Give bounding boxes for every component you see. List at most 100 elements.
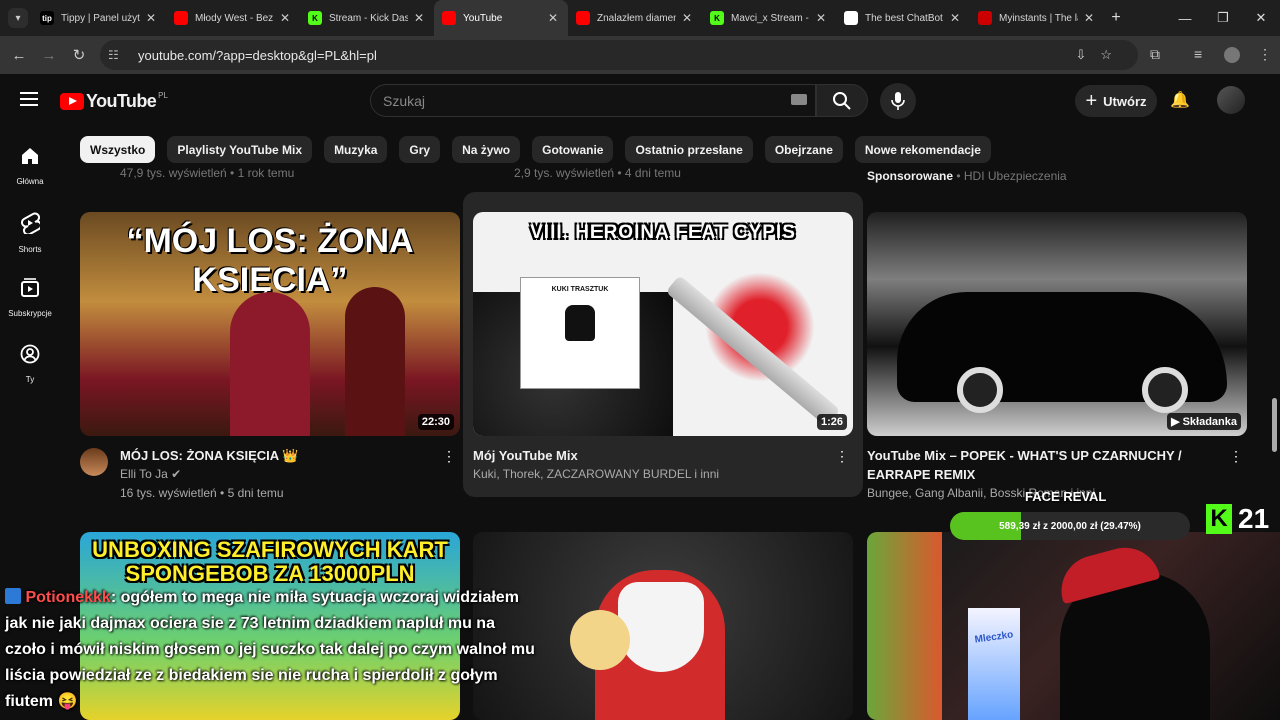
filter-chip[interactable]: Wszystko: [80, 136, 156, 163]
create-button[interactable]: + Utwórz: [1075, 85, 1157, 117]
sidebar-item-label: Shorts: [18, 245, 42, 254]
close-tab-icon[interactable]: ✕: [1082, 11, 1096, 25]
video-card[interactable]: “MÓJ LOS: ŻONA KSIĘCIA” 22:30 MÓJ LOS: Ż…: [80, 212, 460, 500]
filter-chip[interactable]: Na żywo: [452, 136, 521, 163]
filter-chip[interactable]: Gotowanie: [532, 136, 614, 163]
shorts-icon: [20, 212, 42, 239]
search-button[interactable]: [816, 84, 868, 117]
filter-chip[interactable]: Ostatnio przesłane: [625, 136, 753, 163]
filter-chip[interactable]: Gry: [399, 136, 441, 163]
browser-tab[interactable]: tip Tippy | Panel użytkownika ✕: [32, 0, 166, 36]
account-avatar[interactable]: [1217, 86, 1245, 114]
video-title[interactable]: Mój YouTube Mix: [473, 446, 823, 465]
mix-card[interactable]: VIII. HEROINA FEAT CYPIS KUKI TRASZTUK 1…: [473, 212, 853, 481]
sidebar-item[interactable]: Główna: [0, 140, 60, 206]
create-label: Utwórz: [1103, 93, 1147, 109]
close-tab-icon[interactable]: ✕: [814, 11, 828, 25]
youtube-header: YouTube PL Szukaj + Utwórz 🔔: [0, 74, 1280, 130]
video-title[interactable]: MÓJ LOS: ŻONA KSIĘCIA 👑: [120, 446, 440, 465]
filter-chip[interactable]: Muzyka: [324, 136, 388, 163]
tab-title: Znalazłem diamenty: [597, 12, 676, 24]
extensions-icon[interactable]: ⧉: [1150, 46, 1160, 63]
video-thumbnail[interactable]: “MÓJ LOS: ŻONA KSIĘCIA” 22:30: [80, 212, 460, 436]
keyboard-icon[interactable]: [791, 94, 807, 105]
browser-tab[interactable]: K Mavci_x Stream - Watch ✕: [702, 0, 836, 36]
close-tab-icon[interactable]: ✕: [144, 11, 158, 25]
mix-artists: Kuki, Thorek, ZACZAROWANY BURDEL i inni: [473, 467, 720, 481]
trash-bag-icon: [565, 305, 595, 341]
milk-package: Mleczko: [968, 608, 1020, 720]
tab-favicon-icon: K: [710, 11, 724, 25]
kick-logo-icon: K: [1206, 504, 1232, 534]
browser-menu-icon[interactable]: ⋮: [1258, 46, 1272, 63]
browser-toolbar: ← → ↻ ☷ youtube.com/?app=desktop&gl=PL&h…: [0, 36, 1280, 74]
sidebar-item[interactable]: Subskrypcje: [0, 272, 60, 338]
profile-icon[interactable]: [1224, 47, 1240, 63]
compilation-badge: ▶ Składanka: [1167, 413, 1241, 430]
filter-chip[interactable]: Playlisty YouTube Mix: [167, 136, 313, 163]
page-scrollbar[interactable]: [1270, 130, 1278, 720]
notifications-bell-icon[interactable]: 🔔: [1170, 90, 1190, 110]
package-text: Mleczko: [973, 629, 1015, 646]
kick-chat-icon: [5, 588, 21, 604]
more-actions-icon[interactable]: ⋮: [442, 448, 456, 465]
browser-tab[interactable]: YouTube ✕: [434, 0, 568, 36]
close-tab-icon[interactable]: ✕: [546, 11, 560, 25]
new-tab-button[interactable]: +: [1104, 9, 1128, 27]
media-controls-icon[interactable]: ≡: [1194, 46, 1202, 62]
tab-title: Młody West - Bez presji: [195, 12, 274, 24]
voice-search-button[interactable]: [880, 83, 916, 119]
maximize-button[interactable]: ❐: [1204, 0, 1242, 36]
channel-avatar[interactable]: [80, 448, 108, 476]
prev-video-meta-1: 47,9 tys. wyświetleń • 1 rok temu: [120, 166, 295, 180]
browser-tab[interactable]: Znalazłem diamenty ✕: [568, 0, 702, 36]
child-figure: [570, 610, 630, 670]
browser-tab[interactable]: The best ChatBot and ✕: [836, 0, 970, 36]
scrollbar-thumb[interactable]: [1272, 398, 1277, 452]
search-input[interactable]: Szukaj: [370, 84, 816, 117]
back-button[interactable]: ←: [4, 47, 34, 64]
close-tab-icon[interactable]: ✕: [412, 11, 426, 25]
close-tab-icon[interactable]: ✕: [680, 11, 694, 25]
sidebar-item[interactable]: Ty: [0, 338, 60, 404]
mix-thumbnail[interactable]: ▶ Składanka: [867, 212, 1247, 436]
subscriptions-icon: [20, 278, 40, 303]
prince-figure: [345, 287, 405, 436]
close-tab-icon[interactable]: ✕: [948, 11, 962, 25]
thumbnail-text: UNBOXING SZAFIROWYCH KART SPONGEBOB ZA 1…: [92, 537, 448, 586]
reload-button[interactable]: ↻: [64, 46, 94, 64]
browser-tab[interactable]: Myinstants | The largest ✕: [970, 0, 1104, 36]
address-bar[interactable]: ☷ youtube.com/?app=desktop&gl=PL&hl=pl ⇩…: [100, 40, 1138, 70]
menu-icon[interactable]: [20, 92, 38, 106]
minimize-button[interactable]: —: [1166, 0, 1204, 36]
sidebar-item[interactable]: Shorts: [0, 206, 60, 272]
browser-tab-strip: ▾ tipTippy | Panel użytkownika✕Młody Wes…: [0, 0, 1280, 36]
plus-icon: +: [1085, 89, 1098, 112]
search-icon: [833, 91, 851, 110]
browser-tab[interactable]: K Stream - Kick Dashboard ✕: [300, 0, 434, 36]
viewer-count: 21: [1238, 503, 1270, 534]
filter-chip[interactable]: Obejrzane: [764, 136, 843, 163]
video-title[interactable]: YouTube Mix – POPEK - WHAT'S UP CZARNUCH…: [867, 446, 1217, 484]
santa-beard: [618, 582, 704, 672]
video-thumbnail[interactable]: [867, 532, 947, 720]
mix-thumbnail[interactable]: VIII. HEROINA FEAT CYPIS KUKI TRASZTUK 1…: [473, 212, 853, 436]
mix-card[interactable]: ▶ Składanka YouTube Mix – POPEK - WHAT'S…: [867, 212, 1247, 500]
close-tab-icon[interactable]: ✕: [278, 11, 292, 25]
video-duration: 22:30: [417, 414, 454, 430]
forward-button[interactable]: →: [34, 47, 64, 64]
youtube-logo[interactable]: YouTube PL: [60, 91, 168, 112]
filter-chip[interactable]: Nowe rekomendacje: [854, 136, 991, 163]
close-window-button[interactable]: ✕: [1242, 0, 1280, 36]
tab-search-button[interactable]: ▾: [8, 8, 28, 28]
browser-tab[interactable]: Młody West - Bez presji ✕: [166, 0, 300, 36]
site-info-icon[interactable]: ☷: [108, 48, 126, 62]
chat-username: Potionekkk: [25, 589, 111, 606]
thumbnail-text: VIII. HEROINA FEAT CYPIS: [530, 222, 796, 243]
more-actions-icon[interactable]: ⋮: [835, 448, 849, 465]
more-actions-icon[interactable]: ⋮: [1229, 448, 1243, 465]
install-and-bookmark-icons[interactable]: ⇩☆: [1075, 47, 1126, 63]
car-wheel: [1142, 367, 1188, 413]
channel-name[interactable]: Elli To Ja ✔: [120, 465, 440, 484]
prev-video-meta-3: Sponsorowane • HDI Ubezpieczenia: [867, 169, 1067, 183]
